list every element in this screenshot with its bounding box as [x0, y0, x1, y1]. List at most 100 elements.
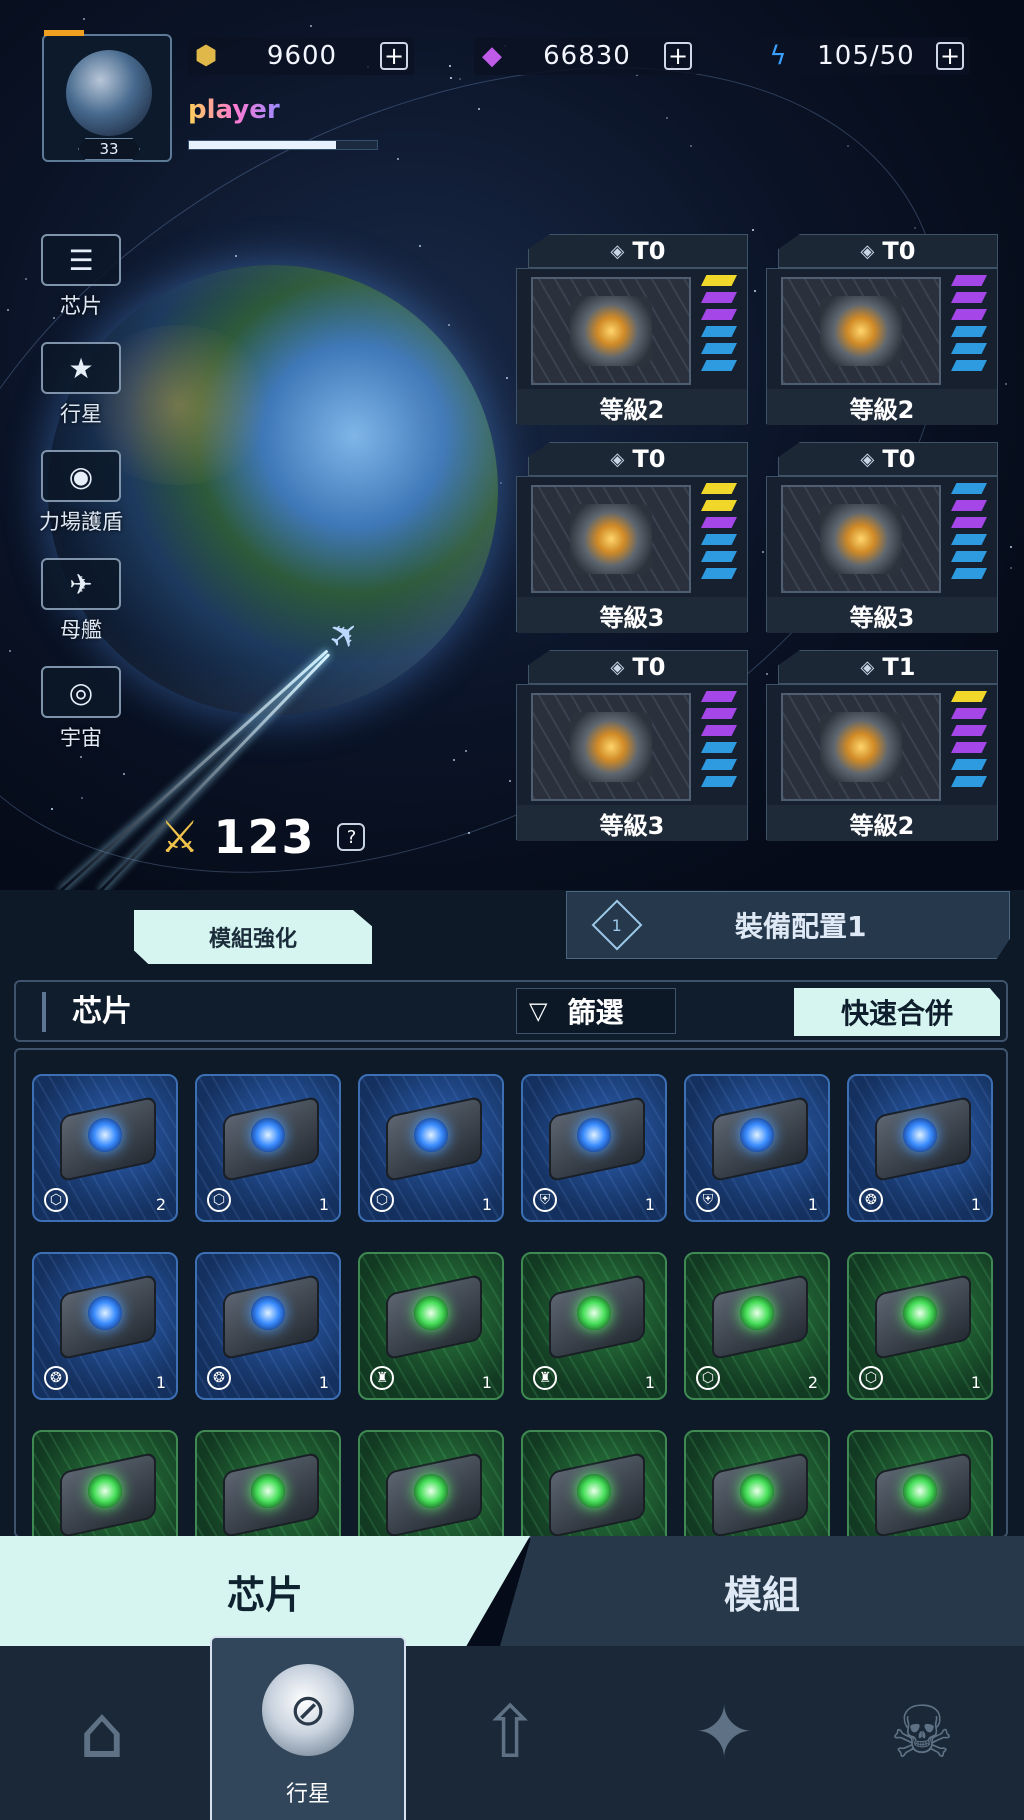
- menu-chips[interactable]: ☰ 芯片: [26, 234, 136, 320]
- chip-item[interactable]: ⬡ 1: [847, 1252, 993, 1400]
- chip-item[interactable]: ♜ 1: [358, 1252, 504, 1400]
- tier-diamond-icon: ◈: [860, 240, 875, 262]
- add-gems-button[interactable]: +: [664, 42, 692, 70]
- star: [449, 76, 452, 79]
- tier-label: T0: [632, 237, 666, 265]
- planet-icon: ⊘: [262, 1664, 354, 1756]
- cube-icon: ⬡: [696, 1366, 720, 1390]
- loadout-selector[interactable]: 1 裝備配置1: [566, 891, 1010, 959]
- player-level: 33: [99, 140, 119, 158]
- chip-core-gem: [251, 1296, 285, 1330]
- add-energy-button[interactable]: +: [936, 42, 964, 70]
- chip-item[interactable]: [195, 1430, 341, 1536]
- chip-item[interactable]: ⬡ 1: [358, 1074, 504, 1222]
- tier-label: T0: [882, 237, 916, 265]
- chip-core-gem: [740, 1474, 774, 1508]
- rarity-bar: [701, 360, 737, 371]
- tier-diamond-icon: ◈: [610, 448, 625, 470]
- chip-item[interactable]: [684, 1430, 830, 1536]
- cannon-icon: [531, 485, 691, 593]
- menu-universe-label: 宇宙: [60, 726, 102, 750]
- tier-diamond-icon: ◈: [610, 656, 625, 678]
- fleet-icon[interactable]: ⇧: [450, 1672, 570, 1792]
- add-gold-button[interactable]: +: [380, 42, 408, 70]
- chip-count: 1: [481, 1195, 492, 1214]
- quick-merge-button[interactable]: 快速合併: [794, 988, 1000, 1036]
- rarity-bars: [951, 483, 987, 585]
- tab-modules[interactable]: 模組: [500, 1536, 1024, 1646]
- chip-list-title: 芯片: [42, 992, 132, 1032]
- rarity-bar: [951, 483, 987, 494]
- satellite-icon[interactable]: ✦: [664, 1672, 784, 1792]
- rarity-bar: [701, 500, 737, 511]
- combat-power: ⚔ 123 ?: [160, 810, 366, 864]
- menu-shield[interactable]: ◉ 力場護盾: [26, 450, 136, 536]
- avatar-image: [66, 50, 152, 136]
- equipment-card[interactable]: ◈ T0 等級3: [766, 442, 998, 633]
- menu-mothership-label: 母艦: [60, 618, 102, 642]
- chip-item[interactable]: ❂ 1: [195, 1252, 341, 1400]
- rarity-bars: [701, 483, 737, 585]
- menu-planet[interactable]: ★ 行星: [26, 342, 136, 428]
- equipment-card[interactable]: ◈ T0 等級2: [766, 234, 998, 425]
- chip-count: 1: [318, 1195, 329, 1214]
- tab-chips[interactable]: 芯片: [0, 1536, 530, 1646]
- cube-icon: ⬡: [44, 1188, 68, 1212]
- menu-mothership[interactable]: ✈ 母艦: [26, 558, 136, 644]
- equipment-card[interactable]: ◈ T0 等級2: [516, 234, 748, 425]
- chip-item[interactable]: [847, 1430, 993, 1536]
- rarity-bars: [701, 691, 737, 793]
- shop-icon[interactable]: ⌂: [42, 1672, 162, 1792]
- star: [449, 64, 452, 67]
- crossed-swords-icon: ⚔: [160, 811, 200, 863]
- filter-button[interactable]: ▽ 篩選: [516, 988, 676, 1034]
- chip-item[interactable]: ⬡ 1: [195, 1074, 341, 1222]
- gold-coin-icon: ⬢: [194, 41, 218, 71]
- tab-module-upgrade[interactable]: 模組強化: [134, 910, 372, 964]
- rarity-bar: [701, 309, 737, 320]
- chip-count: 1: [481, 1373, 492, 1392]
- chip-item[interactable]: ❂ 1: [847, 1074, 993, 1222]
- chip-item[interactable]: ♜ 1: [521, 1252, 667, 1400]
- player-level-badge: 33: [78, 138, 140, 160]
- equipment-card[interactable]: ◈ T0 等級3: [516, 650, 748, 841]
- galaxy-icon: ◎: [41, 666, 121, 718]
- menu-shield-label: 力場護盾: [39, 510, 123, 534]
- skull-icon[interactable]: ☠: [862, 1672, 982, 1792]
- chip-item[interactable]: ⬡ 2: [32, 1074, 178, 1222]
- equipment-model: [820, 712, 902, 782]
- rarity-bar: [951, 742, 987, 753]
- rarity-bar: [951, 534, 987, 545]
- loadout-label: 裝備配置1: [735, 910, 867, 943]
- combat-power-value: 123: [213, 810, 316, 864]
- rarity-bar: [701, 759, 737, 770]
- chip-core-gem: [251, 1474, 285, 1508]
- chip-item[interactable]: ⛨ 1: [521, 1074, 667, 1222]
- rarity-bar: [701, 691, 737, 702]
- turret-icon: ♜: [370, 1366, 394, 1390]
- chip-item[interactable]: ⬡ 2: [684, 1252, 830, 1400]
- chip-item[interactable]: ⛨ 1: [684, 1074, 830, 1222]
- filter-icon: ▽: [529, 997, 548, 1025]
- player-avatar[interactable]: 33: [42, 30, 172, 162]
- chip-count: 2: [155, 1195, 166, 1214]
- shield-icon: ⛨: [696, 1188, 720, 1212]
- chip-core-gem: [577, 1118, 611, 1152]
- menu-chips-label: 芯片: [60, 294, 102, 318]
- equipment-card[interactable]: ◈ T1 等級2: [766, 650, 998, 841]
- chip-item[interactable]: [32, 1430, 178, 1536]
- menu-universe[interactable]: ◎ 宇宙: [26, 666, 136, 752]
- chip-item[interactable]: [358, 1430, 504, 1536]
- rarity-bar: [951, 275, 987, 286]
- equipment-level: 等級3: [517, 805, 747, 841]
- tier-diamond-icon: ◈: [860, 448, 875, 470]
- chip-count: 2: [807, 1373, 818, 1392]
- rarity-bar: [701, 725, 737, 736]
- rarity-bar: [701, 534, 737, 545]
- chip-item[interactable]: ❂ 1: [32, 1252, 178, 1400]
- equipment-card[interactable]: ◈ T0 等級3: [516, 442, 748, 633]
- chip-item[interactable]: [521, 1430, 667, 1536]
- loadout-number-badge: 1: [591, 899, 643, 951]
- power-help-button[interactable]: ?: [337, 823, 366, 851]
- rarity-bar: [701, 742, 737, 753]
